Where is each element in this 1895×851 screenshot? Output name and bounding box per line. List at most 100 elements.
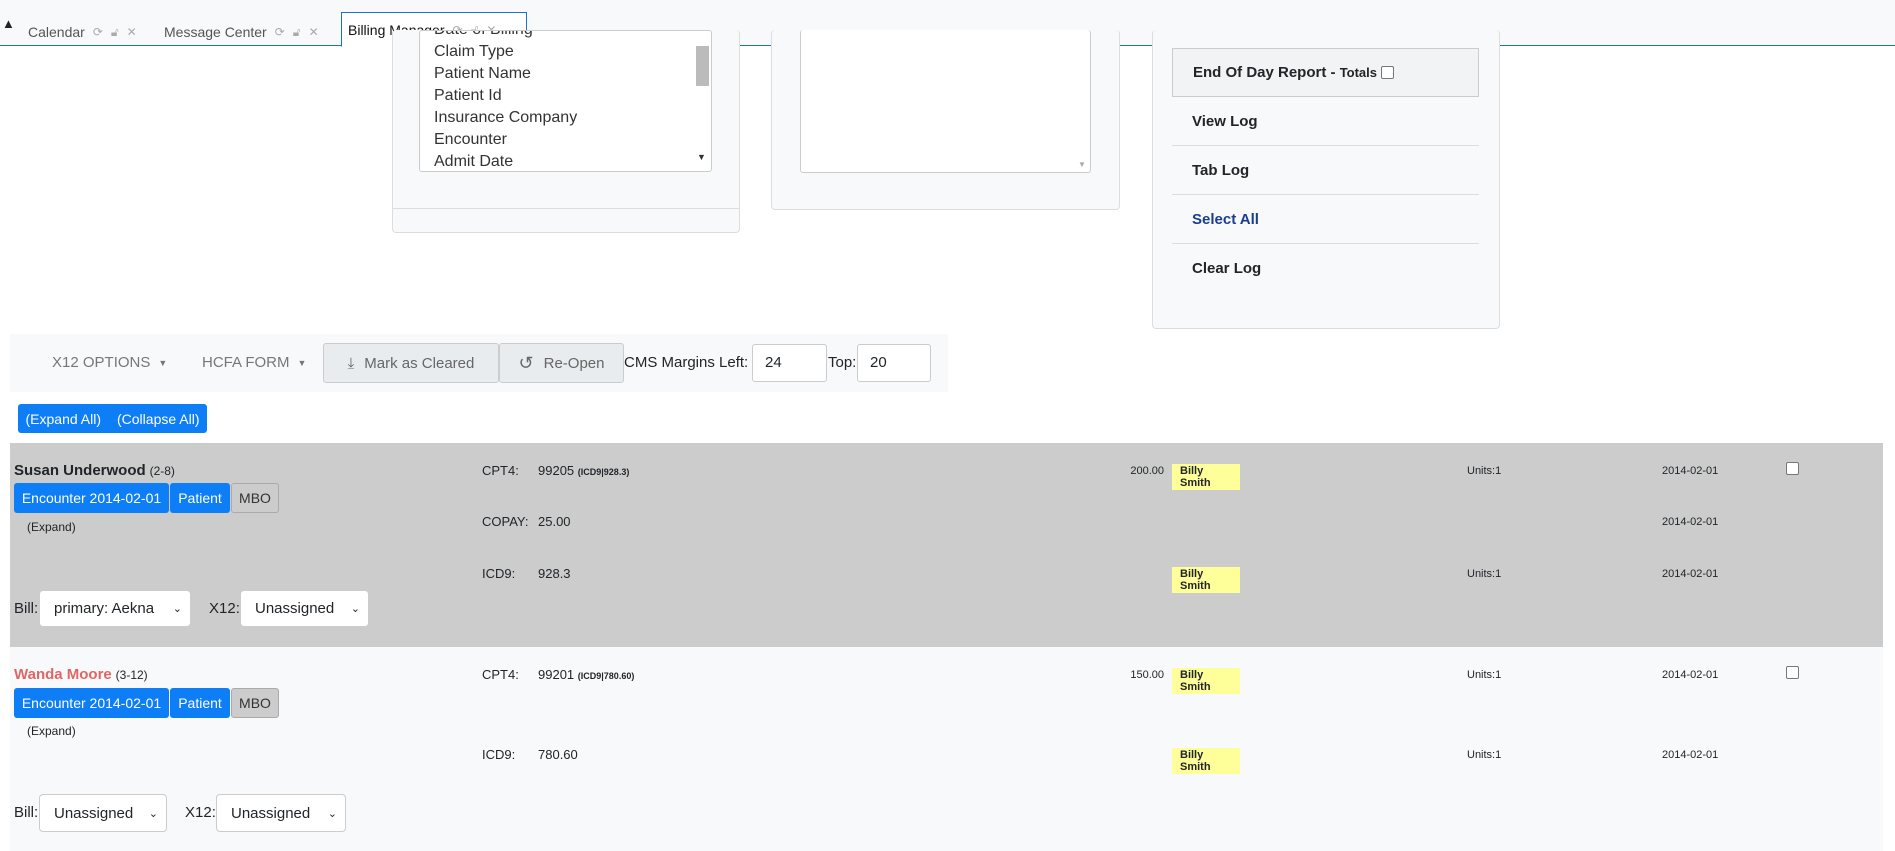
x12-value: Unassigned	[255, 600, 335, 617]
end-of-day-report-item[interactable]: End Of Day Report - Totals	[1172, 48, 1479, 97]
code-value: 99205 (ICD9|928.3)	[538, 463, 629, 478]
tab-label: Calendar	[28, 24, 85, 40]
caret-down-icon: ▼	[158, 357, 168, 368]
mark-as-cleared-button[interactable]: ⤓ Mark as Cleared	[323, 343, 499, 383]
amount: 150.00	[1130, 669, 1164, 681]
provider-badge: Billy Smith	[1172, 748, 1240, 774]
patient-name[interactable]: Susan Underwood	[14, 462, 146, 479]
expand-link[interactable]: (Expand)	[27, 724, 76, 738]
scroll-down-icon[interactable]: ▼	[697, 152, 706, 162]
divider	[392, 208, 740, 209]
tab-log-label: Tab Log	[1192, 161, 1250, 179]
margin-left-input[interactable]: 24	[752, 344, 827, 382]
mark-cleared-label: Mark as Cleared	[364, 354, 475, 372]
bill-label: Bill:	[14, 804, 39, 821]
code: 99205	[538, 463, 575, 478]
patient-name[interactable]: Wanda Moore	[14, 666, 112, 683]
service-date: 2014-02-01	[1662, 568, 1719, 580]
refresh-icon[interactable]: ⟳	[93, 25, 103, 39]
expand-link[interactable]: (Expand)	[27, 520, 76, 534]
patient-button[interactable]: Patient	[170, 483, 230, 513]
units: Units:1	[1467, 465, 1502, 477]
tab-label: Message Center	[164, 24, 267, 40]
tab-calendar[interactable]: Calendar ⟳ 🔓︎ ✕	[22, 18, 143, 46]
x12-label: X12:	[185, 804, 216, 821]
list-option[interactable]: Insurance Company	[420, 107, 711, 129]
clear-log-item[interactable]: Clear Log	[1172, 244, 1479, 293]
margin-top-label: Top:	[828, 354, 857, 371]
service-date: 2014-02-01	[1662, 516, 1719, 528]
code-label: CPT4:	[482, 667, 519, 682]
view-log-item[interactable]: View Log	[1172, 97, 1479, 146]
hcfa-form-dropdown[interactable]: HCFA FORM ▼	[202, 354, 306, 371]
amount: 200.00	[1130, 465, 1164, 477]
code-value: 99201 (ICD9|780.60)	[538, 667, 634, 682]
list-option[interactable]: Date of Billing	[420, 31, 711, 41]
code-value: 780.60	[538, 747, 578, 762]
close-icon[interactable]: ✕	[127, 25, 137, 39]
tab-log-item[interactable]: Tab Log	[1172, 146, 1479, 195]
service-date: 2014-02-01	[1662, 669, 1719, 681]
totals-checkbox[interactable]	[1381, 66, 1395, 79]
list-option[interactable]: Patient Name	[420, 63, 711, 85]
code: 25.00	[538, 514, 571, 529]
code-value: 928.3	[538, 566, 571, 581]
sort-listbox[interactable]: Date of Billing Claim Type Patient Name …	[419, 30, 712, 172]
patient-heading: Susan Underwood (2-8)	[14, 462, 175, 479]
code-extra: (ICD9|780.60)	[577, 671, 635, 681]
bill-select[interactable]: primary: Aekna ⌄	[39, 590, 191, 627]
x12-options-label: X12 OPTIONS	[52, 354, 151, 371]
list-option[interactable]: Claim Type	[420, 41, 711, 63]
collapse-all-button[interactable]: (Collapse All)	[117, 411, 199, 427]
list-option[interactable]: Admit Date	[420, 151, 711, 171]
expand-all-button[interactable]: (Expand All)	[26, 411, 101, 427]
select-all-item[interactable]: Select All	[1172, 195, 1479, 244]
download-icon: ⤓	[347, 354, 355, 372]
chevron-down-icon: ⌄	[350, 603, 360, 615]
code: 928.3	[538, 566, 571, 581]
mbo-button[interactable]: MBO	[231, 483, 279, 513]
patient-heading: Wanda Moore (3-12)	[14, 666, 148, 683]
code-extra: (ICD9|928.3)	[577, 467, 630, 477]
list-option[interactable]: Encounter	[420, 129, 711, 151]
close-icon[interactable]: ✕	[309, 25, 319, 39]
encounter-button[interactable]: Encounter 2014-02-01	[14, 688, 169, 718]
tab-message-center[interactable]: Message Center ⟳ 🔓︎ ✕	[158, 18, 325, 46]
service-date: 2014-02-01	[1662, 749, 1719, 761]
line-select-checkbox[interactable]	[1786, 462, 1799, 475]
x12-options-dropdown[interactable]: X12 OPTIONS ▼	[52, 354, 167, 371]
bill-select[interactable]: Unassigned ⌄	[39, 794, 167, 832]
text-area[interactable]	[800, 30, 1091, 173]
lock-icon[interactable]: 🔓︎	[293, 25, 301, 40]
code-label: CPT4:	[482, 463, 519, 478]
collapse-up-icon[interactable]: ▲	[2, 16, 15, 31]
totals-label: Totals	[1339, 65, 1378, 80]
caret-down-icon: ▼	[297, 357, 307, 368]
lock-icon[interactable]: 🔓︎	[111, 25, 119, 40]
patient-id: (2-8)	[149, 464, 175, 478]
patient-button[interactable]: Patient	[170, 688, 230, 718]
provider-badge: Billy Smith	[1172, 668, 1240, 694]
scrollbar-thumb[interactable]	[696, 46, 709, 86]
service-date: 2014-02-01	[1662, 465, 1719, 477]
scroll-down-icon[interactable]: ▼	[1078, 160, 1086, 169]
undo-icon: ↺	[518, 352, 534, 373]
x12-select[interactable]: Unassigned ⌄	[240, 590, 369, 627]
code-label: COPAY:	[482, 514, 529, 529]
clear-log-label: Clear Log	[1192, 260, 1262, 277]
x12-select[interactable]: Unassigned ⌄	[216, 794, 346, 832]
units: Units:1	[1467, 669, 1502, 681]
refresh-icon[interactable]: ⟳	[275, 25, 285, 39]
mbo-button[interactable]: MBO	[231, 688, 279, 718]
reopen-label: Re-Open	[543, 354, 605, 372]
reopen-button[interactable]: ↺ Re-Open	[499, 343, 624, 383]
code-label: ICD9:	[482, 747, 516, 762]
encounter-button[interactable]: Encounter 2014-02-01	[14, 483, 169, 513]
list-option[interactable]: Patient Id	[420, 85, 711, 107]
line-select-checkbox[interactable]	[1786, 666, 1799, 679]
select-all-label: Select All	[1192, 210, 1259, 228]
chevron-down-icon: ⌄	[148, 807, 158, 820]
hcfa-form-label: HCFA FORM	[202, 354, 290, 371]
x12-value: Unassigned	[231, 804, 311, 822]
margin-top-input[interactable]: 20	[857, 344, 931, 382]
